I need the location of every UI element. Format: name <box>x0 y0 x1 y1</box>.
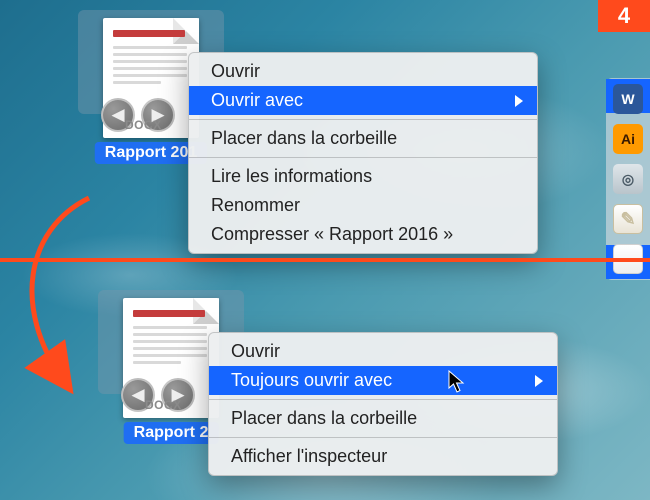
menu-item-get-info[interactable]: Lire les informations <box>189 162 537 191</box>
cursor-icon <box>448 370 466 394</box>
menu-item-rename[interactable]: Renommer <box>189 191 537 220</box>
menu-item-open[interactable]: Ouvrir <box>189 57 537 86</box>
menu-item-always-open-with[interactable]: Toujours ouvrir avec <box>209 366 557 395</box>
app-textedit-icon[interactable]: ✎ <box>613 204 643 234</box>
menu-item-compress[interactable]: Compresser « Rapport 2016 » <box>189 220 537 249</box>
menu-separator <box>189 119 537 120</box>
menu-separator <box>189 157 537 158</box>
submenu-arrow-icon <box>535 375 543 387</box>
menu-separator <box>209 437 557 438</box>
open-with-submenu-dock: W Ai ◎ ✎ <box>606 78 650 280</box>
file-ext-badge: DOCX <box>145 398 182 412</box>
desktop-stage: 4 ◀ ▶ DOCX Rapport 201 Ouvrir Ouvrir ave… <box>0 0 650 500</box>
file-label-bottom[interactable]: Rapport 2 <box>124 422 219 444</box>
app-preview-icon[interactable]: ◎ <box>613 164 643 194</box>
menu-item-show-inspector[interactable]: Afficher l'inspecteur <box>209 442 557 471</box>
submenu-arrow-icon <box>515 95 523 107</box>
menu-item-open[interactable]: Ouvrir <box>209 337 557 366</box>
menu-item-trash[interactable]: Placer dans la corbeille <box>209 404 557 433</box>
menu-item-trash[interactable]: Placer dans la corbeille <box>189 124 537 153</box>
menu-item-open-with[interactable]: Ouvrir avec <box>189 86 537 115</box>
app-word-icon[interactable]: W <box>613 84 643 114</box>
app-illustrator-icon[interactable]: Ai <box>613 124 643 154</box>
document-sheet: ◀ ▶ DOCX <box>103 18 199 138</box>
document-sheet: ◀ ▶ DOCX <box>123 298 219 418</box>
menu-item-label: Toujours ouvrir avec <box>231 370 392 390</box>
step-badge: 4 <box>598 0 650 32</box>
menu-separator <box>209 399 557 400</box>
context-menu-bottom: Ouvrir Toujours ouvrir avec Placer dans … <box>208 332 558 476</box>
context-menu-top: Ouvrir Ouvrir avec Placer dans la corbei… <box>188 52 538 254</box>
menu-item-label: Ouvrir avec <box>211 90 303 110</box>
file-ext-badge: DOCX <box>125 118 162 132</box>
